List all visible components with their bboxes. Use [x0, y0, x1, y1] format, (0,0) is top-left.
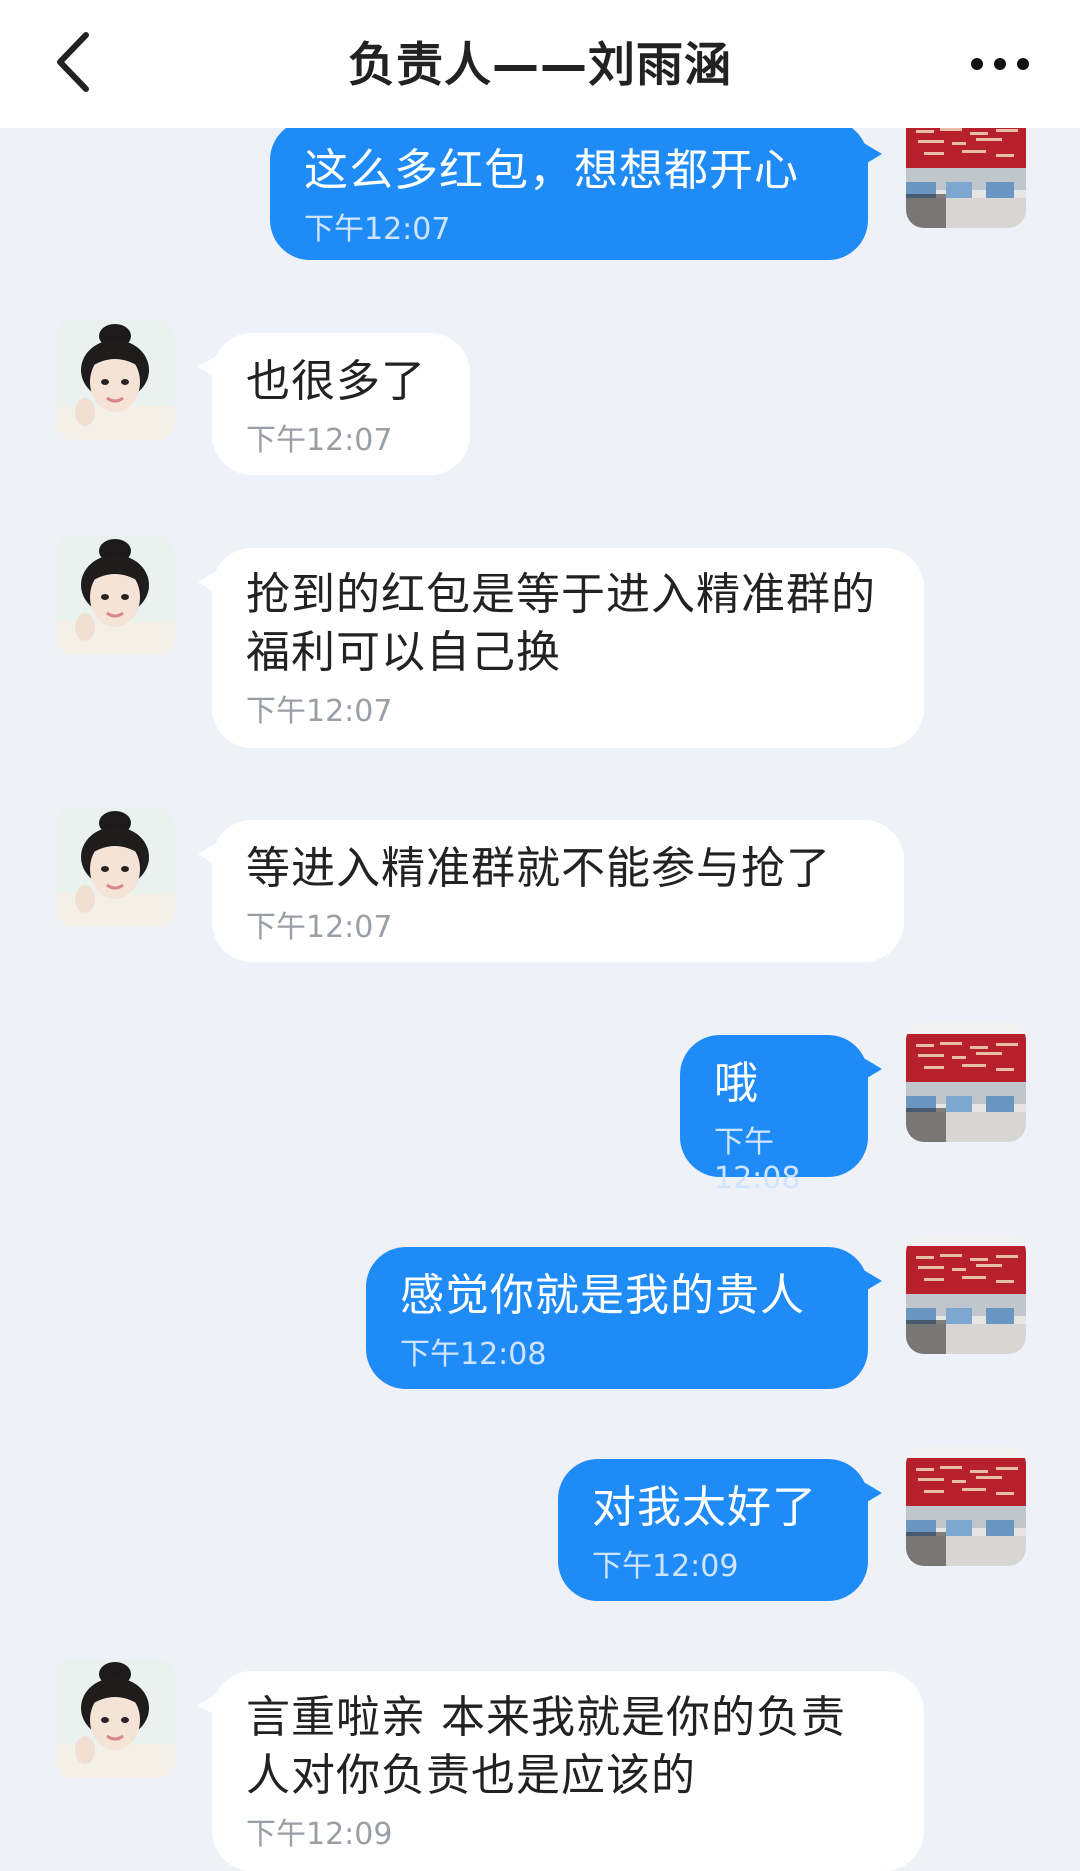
more-options-button[interactable]	[956, 40, 1044, 88]
bubble-tail	[198, 842, 218, 866]
message-time: 下午12:07	[246, 910, 393, 945]
message-time: 下午12:08	[400, 1337, 547, 1372]
bubble-tail	[198, 355, 218, 379]
message-time: 下午12:08	[714, 1125, 801, 1196]
message-time: 下午12:09	[246, 1817, 393, 1852]
bubble-tail	[862, 1481, 882, 1505]
message-text: 也很多了	[246, 356, 426, 407]
contact-avatar[interactable]	[55, 535, 175, 655]
message-text: 这么多红包，想想都开心	[304, 145, 799, 196]
incoming-message[interactable]: 也很多了 下午12:07	[198, 333, 470, 475]
outgoing-message[interactable]: 对我太好了 下午12:09	[558, 1459, 882, 1601]
incoming-message[interactable]: 言重啦亲 本来我就是你的负责人对你负责也是应该的 下午12:09	[198, 1671, 924, 1871]
message-text: 哦	[714, 1058, 759, 1109]
message-text: 感觉你就是我的贵人	[400, 1270, 805, 1321]
chat-area: 这么多红包，想想都开心 下午12:07 也很多了 下午12:07 抢到的红包是等…	[0, 0, 1080, 1871]
self-avatar[interactable]	[906, 1234, 1026, 1354]
bubble-tail	[862, 1269, 882, 1293]
outgoing-message[interactable]: 这么多红包，想想都开心 下午12:07	[270, 120, 882, 260]
more-horizontal-icon	[971, 58, 983, 70]
self-avatar[interactable]	[906, 1446, 1026, 1566]
incoming-message[interactable]: 抢到的红包是等于进入精准群的福利可以自己换 下午12:07	[198, 548, 924, 748]
more-dot	[1017, 58, 1029, 70]
message-time: 下午12:07	[246, 694, 393, 729]
contact-avatar[interactable]	[55, 320, 175, 440]
bubble-tail	[862, 142, 882, 166]
message-time: 下午12:09	[592, 1549, 739, 1584]
bubble-tail	[198, 1693, 218, 1717]
outgoing-message[interactable]: 感觉你就是我的贵人 下午12:08	[366, 1247, 882, 1389]
bubble-tail	[198, 570, 218, 594]
contact-avatar[interactable]	[55, 1658, 175, 1778]
chat-header: 负责人——刘雨涵	[0, 0, 1080, 128]
chat-title: 负责人——刘雨涵	[348, 38, 732, 93]
message-text: 等进入精准群就不能参与抢了	[246, 843, 831, 894]
more-dot	[994, 58, 1006, 70]
self-avatar[interactable]	[906, 1022, 1026, 1142]
outgoing-message[interactable]: 哦 下午12:08	[680, 1035, 882, 1196]
message-time: 下午12:07	[304, 212, 451, 247]
message-time: 下午12:07	[246, 423, 393, 458]
message-text: 对我太好了	[592, 1482, 817, 1533]
contact-avatar[interactable]	[55, 807, 175, 927]
incoming-message[interactable]: 等进入精准群就不能参与抢了 下午12:07	[198, 820, 904, 962]
message-text: 言重啦亲 本来我就是你的负责人对你负责也是应该的	[246, 1692, 846, 1801]
message-text: 抢到的红包是等于进入精准群的福利可以自己换	[246, 569, 876, 678]
bubble-tail	[862, 1057, 882, 1081]
